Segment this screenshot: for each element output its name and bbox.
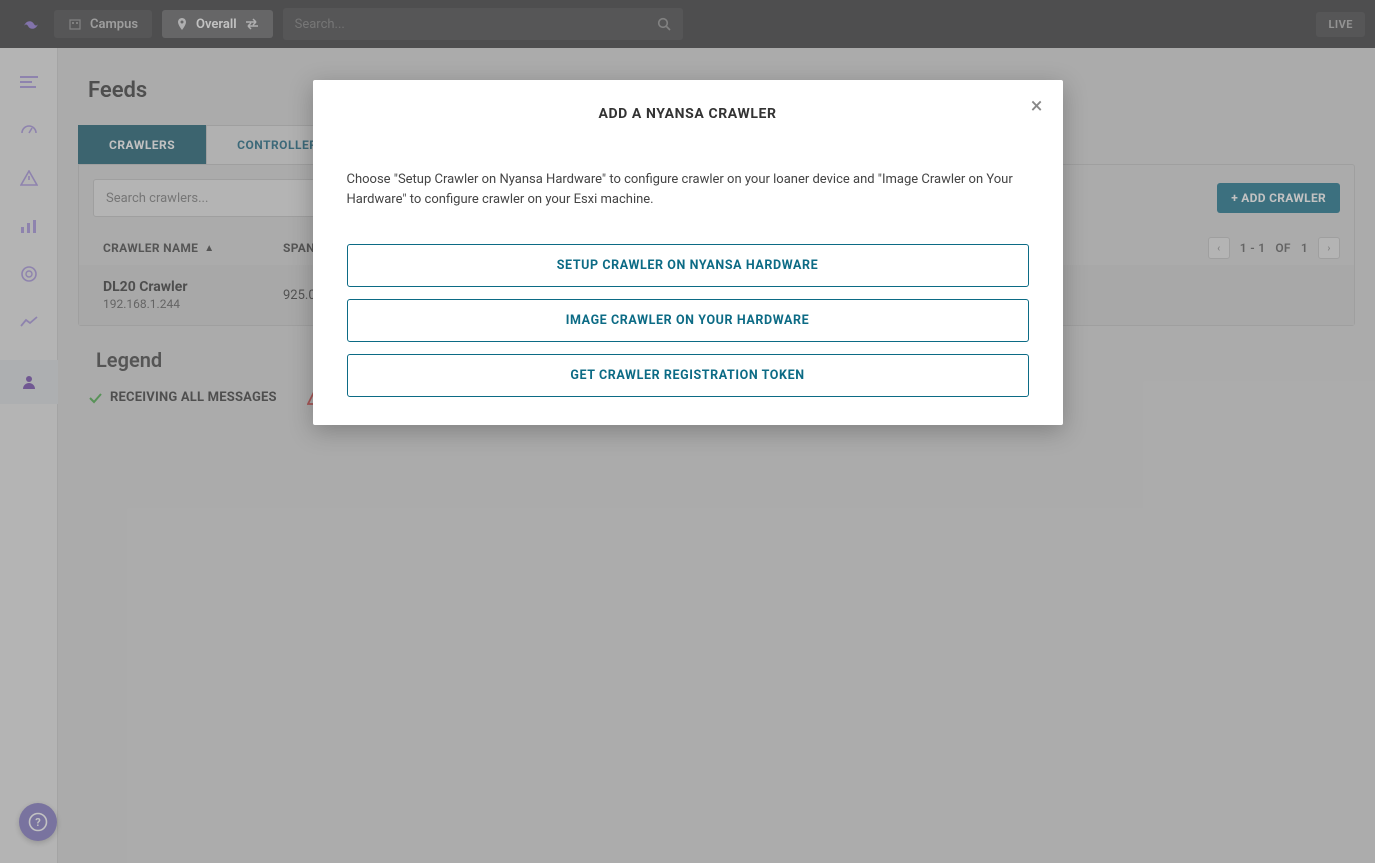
image-crawler-button[interactable]: IMAGE CRAWLER ON YOUR HARDWARE [347,299,1029,342]
add-crawler-modal: × ADD A NYANSA CRAWLER Choose "Setup Cra… [313,80,1063,425]
get-registration-token-button[interactable]: GET CRAWLER REGISTRATION TOKEN [347,354,1029,397]
modal-description: Choose "Setup Crawler on Nyansa Hardware… [347,170,1029,210]
close-icon: × [1031,94,1043,119]
setup-crawler-nyansa-button[interactable]: SETUP CRAWLER ON NYANSA HARDWARE [347,244,1029,287]
modal-title: ADD A NYANSA CRAWLER [347,106,1029,122]
modal-overlay[interactable]: × ADD A NYANSA CRAWLER Choose "Setup Cra… [0,0,1375,863]
modal-close-button[interactable]: × [1031,96,1043,118]
